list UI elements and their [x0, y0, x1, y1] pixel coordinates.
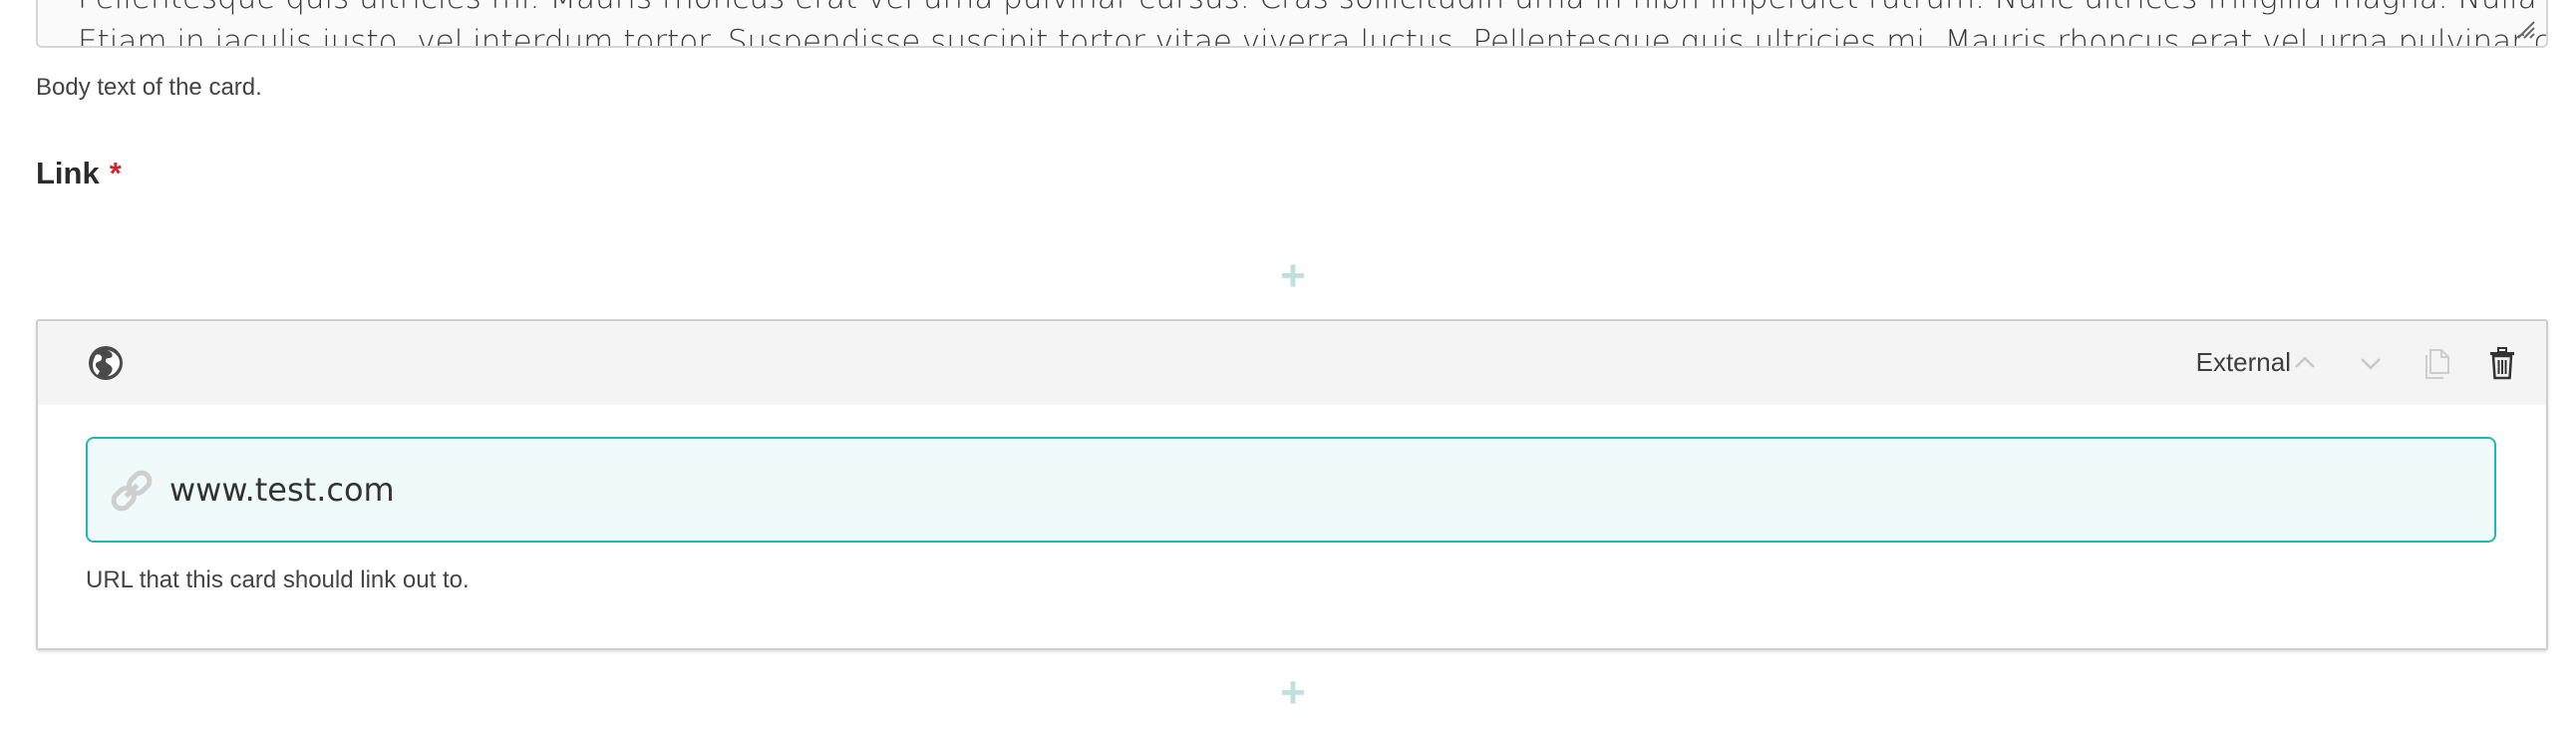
- link-type-label: External: [2195, 347, 2291, 377]
- required-marker: *: [109, 156, 122, 190]
- url-value: www.test.com: [169, 471, 395, 509]
- plus-icon: +: [1280, 251, 1306, 300]
- trash-icon[interactable]: [2482, 343, 2522, 383]
- body-textarea[interactable]: Pellentesque quis ultricies mi. Mauris r…: [36, 0, 2548, 48]
- link-card: External www.test.com URL that this card…: [36, 319, 2548, 650]
- add-item-button-top[interactable]: +: [1274, 251, 1312, 300]
- body-help-text: Body text of the card.: [36, 74, 262, 101]
- copy-icon[interactable]: [2416, 343, 2456, 383]
- plus-icon: +: [1280, 668, 1306, 717]
- body-text-line-2: Etiam in iaculis justo, vel interdum tor…: [78, 24, 2548, 48]
- body-textarea-text: Pellentesque quis ultricies mi. Mauris r…: [78, 0, 2548, 48]
- link-label-text: Link: [36, 156, 100, 190]
- link-card-header[interactable]: External: [38, 321, 2546, 405]
- chevron-down-icon[interactable]: [2351, 343, 2391, 383]
- link-icon: [111, 470, 153, 512]
- link-field-label: Link *: [36, 156, 122, 191]
- add-item-button-bottom[interactable]: +: [1274, 668, 1312, 717]
- chevron-up-icon[interactable]: [2285, 343, 2325, 383]
- globe-icon: [89, 346, 123, 380]
- url-input[interactable]: www.test.com: [86, 437, 2496, 543]
- body-text-line-1: Pellentesque quis ultricies mi. Mauris r…: [78, 0, 2546, 20]
- resize-handle-icon[interactable]: [2514, 18, 2536, 40]
- url-help-text: URL that this card should link out to.: [86, 566, 470, 593]
